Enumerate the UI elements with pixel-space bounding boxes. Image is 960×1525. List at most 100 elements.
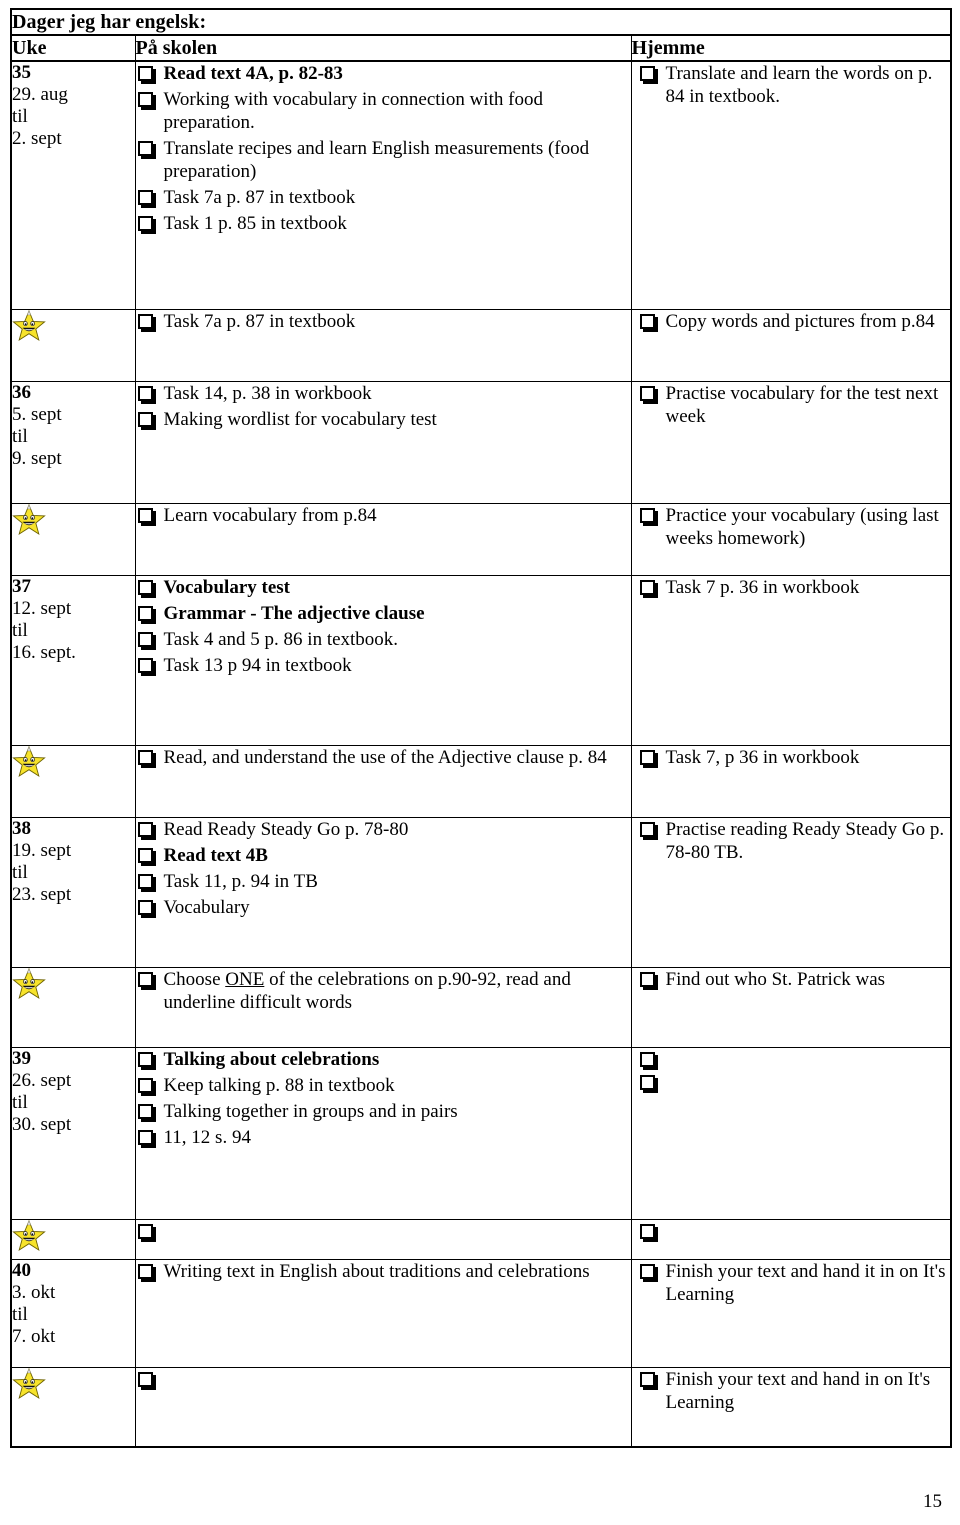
checkbox[interactable] [137,385,153,401]
checkbox[interactable] [137,1223,153,1239]
home-cell [630,1046,952,1220]
home-task-list: Copy words and pictures from p.84 [638,310,951,333]
checkbox[interactable] [137,657,153,673]
checkbox[interactable] [137,821,153,837]
task-label: Task 7a p. 87 in textbook [163,310,356,332]
week-end-date: 2. sept [12,128,62,149]
checkbox[interactable] [639,1223,655,1239]
week-row: 37 12. sept til 16. sept. Vocabulary test Gra… [10,574,952,746]
checkbox[interactable] [137,873,153,889]
home-cell: Task 7, p 36 in workbook [630,744,952,818]
checkbox[interactable] [137,631,153,647]
home-cell: Copy words and pictures from p.84 [630,308,952,382]
checkbox[interactable] [137,92,153,107]
task-label: Practise vocabulary for the test next we… [665,382,939,427]
task-label: Finish your text and hand in on It's Lea… [665,1368,931,1413]
week-star-cell [10,1366,136,1448]
document-title: Dager jeg har engelsk: [12,11,207,33]
school-cell [134,1218,632,1260]
checkbox[interactable] [137,1371,153,1387]
week-row: 40 3. okt til 7. okt Writing text in English… [10,1258,952,1368]
home-task-list: Find out who St. Patrick was [638,968,951,991]
checkbox[interactable] [137,507,153,523]
checkbox[interactable] [639,821,655,837]
checkbox[interactable] [137,971,153,987]
school-cell [134,1366,632,1448]
task-item: Working with vocabulary in connection wi… [136,88,631,134]
school-cell: Learn vocabulary from p.84 [134,502,632,576]
task-label: Translate recipes and learn English meas… [163,138,590,182]
checkbox[interactable] [137,313,153,329]
checkbox[interactable] [137,749,153,765]
checkbox[interactable] [137,66,153,81]
task-item [638,1071,951,1091]
school-task-list: Talking about celebrations Keep talking p… [136,1048,631,1149]
checkbox[interactable] [639,507,655,523]
week-row: 36 5. sept til 9. sept Task 14, p. 38 in wor… [10,380,952,504]
checkbox[interactable] [639,749,655,765]
checkbox[interactable] [137,1103,153,1119]
title-row: Dager jeg har engelsk: [10,8,952,36]
checkbox[interactable] [639,1263,655,1279]
task-item [638,1220,951,1240]
header-school: På skolen [134,34,632,62]
task-item: Read text 4B [136,844,631,867]
smiling-star-icon [12,967,135,1000]
task-item: Vocabulary test [136,576,631,599]
task-item: Practise vocabulary for the test next we… [638,382,951,428]
task-label: Grammar - The adjective clause [163,602,425,624]
week-separator: til [12,106,28,127]
checkbox[interactable] [639,971,655,987]
task-item: Task 4 and 5 p. 86 in textbook. [136,628,631,651]
task-item: Grammar - The adjective clause [136,602,631,625]
weekly-plan-table: Dager jeg har engelsk: Uke På skolen Hje… [10,8,952,1448]
checkbox[interactable] [137,216,153,231]
week-number: 39 [12,1047,31,1069]
home-task-list [638,1220,951,1240]
school-cell: Read, and understand the use of the Adje… [134,744,632,818]
week-start-date: 5. sept [12,403,62,425]
home-task-list: Practice your vocabulary (using last wee… [638,504,951,550]
checkbox[interactable] [639,1371,655,1387]
checkbox[interactable] [137,579,153,595]
checkbox[interactable] [137,605,153,621]
checkbox[interactable] [639,1051,655,1067]
week-row: 35 29. aug til 2. sept Read text 4A, p. 82-8… [10,60,952,310]
task-label: Task 13 p 94 in textbook [163,654,352,676]
checkbox[interactable] [137,1051,153,1067]
checkbox[interactable] [137,1129,153,1145]
task-item: Task 1 p. 85 in textbook [136,212,631,235]
checkbox[interactable] [137,899,153,915]
home-cell: Translate and learn the words on p. 84 i… [630,60,952,310]
task-item: Find out who St. Patrick was [638,968,951,991]
checkbox[interactable] [639,66,655,81]
underlined-word: ONE [225,968,265,990]
school-cell: Task 7a p. 87 in textbook [134,308,632,382]
school-cell: Read Ready Steady Go p. 78-80 Read text 4… [134,816,632,968]
home-task-list: Finish your text and hand in on It's Lea… [638,1368,951,1414]
week-number: 36 [12,381,31,403]
checkbox[interactable] [137,190,153,205]
task-item: Task 7 p. 36 in workbook [638,576,951,599]
home-cell [630,1218,952,1260]
week-cell: 36 5. sept til 9. sept [10,380,136,504]
task-label: Task 7, p 36 in workbook [665,746,860,768]
checkbox[interactable] [639,313,655,329]
school-task-list: Learn vocabulary from p.84 [136,504,631,527]
checkbox[interactable] [137,141,153,156]
checkbox[interactable] [639,385,655,401]
checkbox[interactable] [137,1077,153,1093]
checkbox[interactable] [137,847,153,863]
task-label: Finish your text and hand it in on It's … [665,1260,946,1305]
checkbox[interactable] [639,579,655,595]
school-cell: Task 14, p. 38 in workbook Making wordlis… [134,380,632,504]
week-separator: til [12,1091,28,1113]
week-start-date: 19. sept [12,839,72,861]
week-cell: 38 19. sept til 23. sept [10,816,136,968]
week-number: 40 [12,1259,31,1281]
task-label: Read Ready Steady Go p. 78-80 [163,818,409,840]
checkbox[interactable] [137,411,153,427]
checkbox[interactable] [639,1074,655,1090]
task-label: Read, and understand the use of the Adje… [163,746,607,768]
checkbox[interactable] [137,1263,153,1279]
